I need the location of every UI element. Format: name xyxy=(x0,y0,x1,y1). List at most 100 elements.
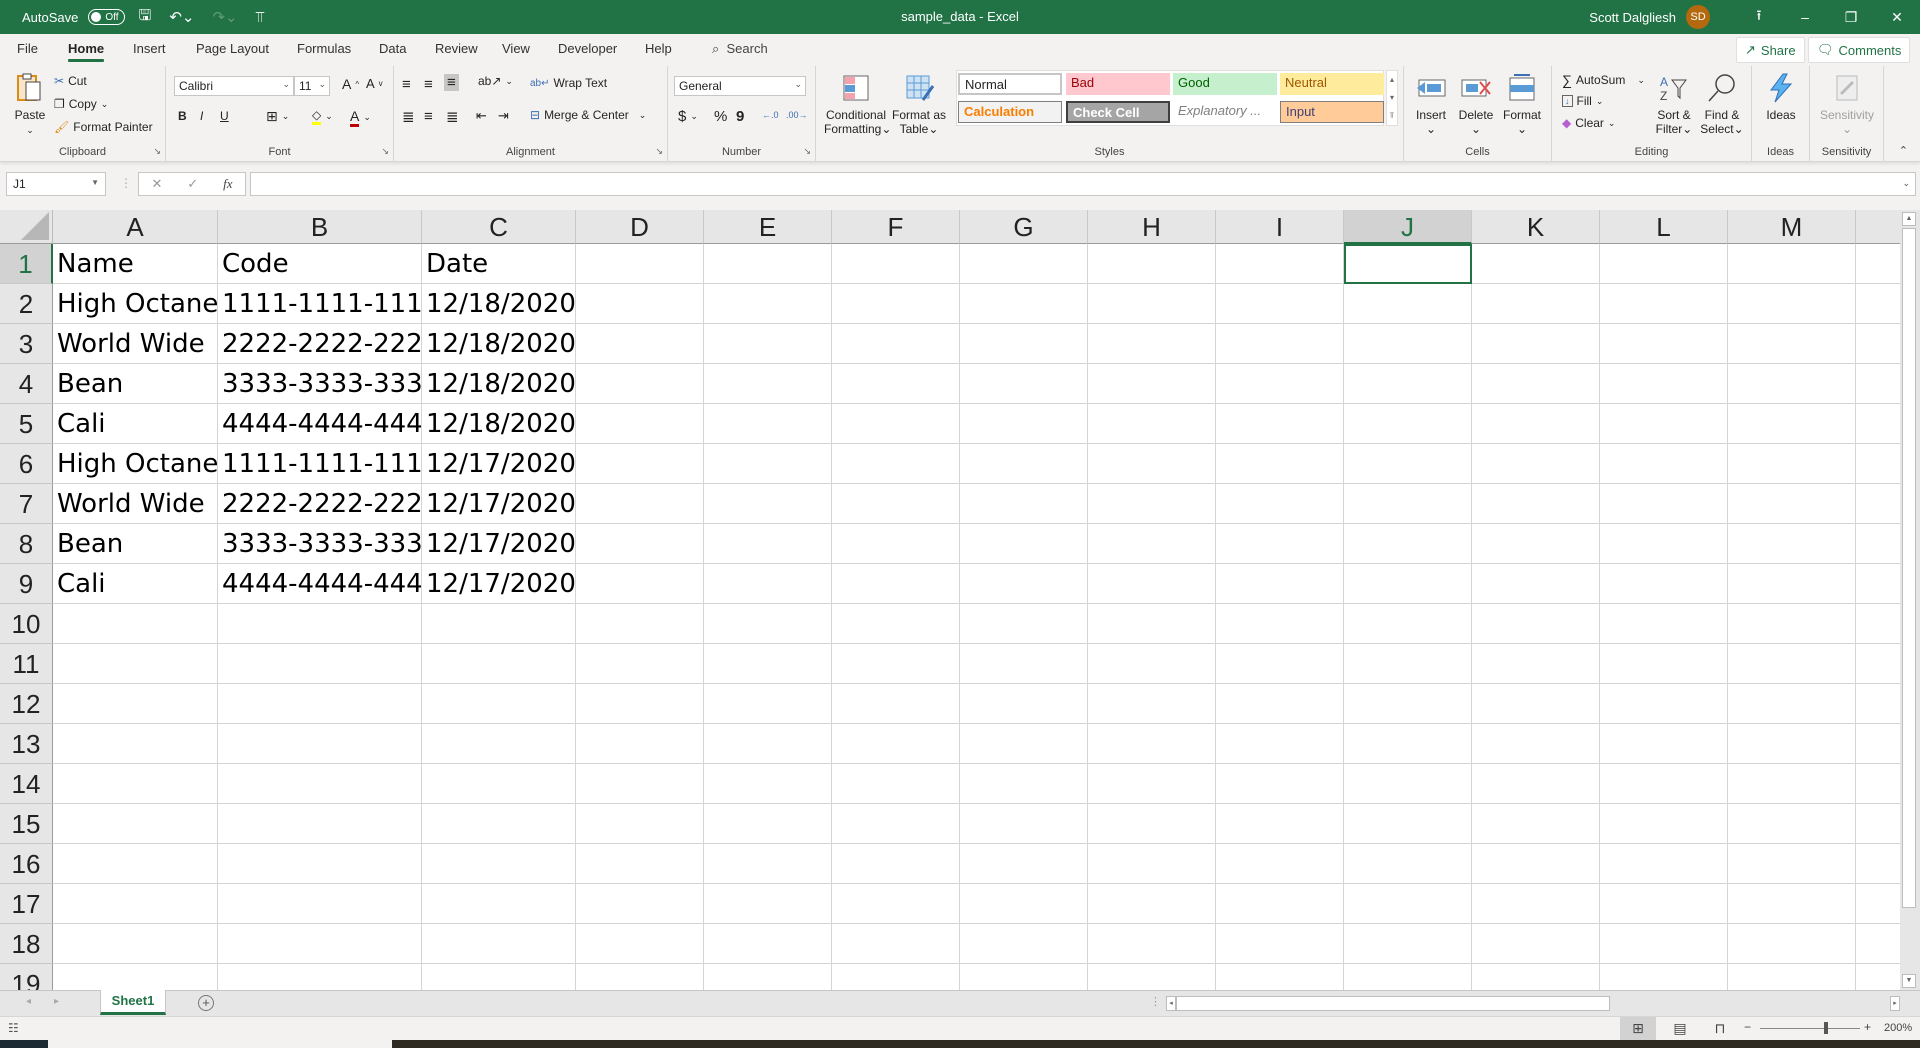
cell-f7[interactable] xyxy=(832,484,960,524)
avatar[interactable]: SD xyxy=(1686,5,1710,29)
cell-b10[interactable] xyxy=(218,604,422,644)
cell-e13[interactable] xyxy=(704,724,832,764)
cell-k2[interactable] xyxy=(1472,284,1600,324)
row-header-1[interactable]: 1 xyxy=(0,244,53,284)
cell-e15[interactable] xyxy=(704,804,832,844)
cell-b11[interactable] xyxy=(218,644,422,684)
bold-button[interactable]: B xyxy=(178,109,187,123)
expand-formula-icon[interactable]: ⌄ xyxy=(1902,178,1910,189)
zoom-slider-thumb[interactable] xyxy=(1824,1022,1828,1034)
cell-n1[interactable] xyxy=(1856,244,1900,284)
cell-d8[interactable] xyxy=(576,524,704,564)
cell-c15[interactable] xyxy=(422,804,576,844)
cell-f1[interactable] xyxy=(832,244,960,284)
cell-l1[interactable] xyxy=(1600,244,1728,284)
cell-a11[interactable] xyxy=(53,644,218,684)
row-header-7[interactable]: 7 xyxy=(0,484,53,524)
cell-g12[interactable] xyxy=(960,684,1088,724)
cell-f8[interactable] xyxy=(832,524,960,564)
percent-button[interactable]: % xyxy=(714,108,727,125)
cell-n9[interactable] xyxy=(1856,564,1900,604)
tab-developer[interactable]: Developer xyxy=(558,41,617,56)
cell-g6[interactable] xyxy=(960,444,1088,484)
cell-h4[interactable] xyxy=(1088,364,1216,404)
cell-f12[interactable] xyxy=(832,684,960,724)
cell-a17[interactable] xyxy=(53,884,218,924)
cell-n2[interactable] xyxy=(1856,284,1900,324)
cell-m3[interactable] xyxy=(1728,324,1856,364)
cell-n5[interactable] xyxy=(1856,404,1900,444)
cell-a13[interactable] xyxy=(53,724,218,764)
cell-e10[interactable] xyxy=(704,604,832,644)
cell-e11[interactable] xyxy=(704,644,832,684)
cell-b7[interactable]: 2222-2222-2222 xyxy=(218,484,422,524)
cell-e18[interactable] xyxy=(704,924,832,964)
cell-a18[interactable] xyxy=(53,924,218,964)
cell-d17[interactable] xyxy=(576,884,704,924)
cell-n12[interactable] xyxy=(1856,684,1900,724)
row-header-18[interactable]: 18 xyxy=(0,924,53,964)
formula-bar-splitter[interactable]: ⋮ xyxy=(120,176,132,190)
cell-j1[interactable] xyxy=(1344,244,1472,284)
clear-button[interactable]: ◆ Clear ⌄ xyxy=(1562,116,1615,130)
cell-n8[interactable] xyxy=(1856,524,1900,564)
cell-m2[interactable] xyxy=(1728,284,1856,324)
style-calculation[interactable]: Calculation xyxy=(958,101,1062,123)
cell-d4[interactable] xyxy=(576,364,704,404)
cell-g18[interactable] xyxy=(960,924,1088,964)
cell-k3[interactable] xyxy=(1472,324,1600,364)
cell-e2[interactable] xyxy=(704,284,832,324)
cell-m13[interactable] xyxy=(1728,724,1856,764)
cell-d1[interactable] xyxy=(576,244,704,284)
cell-j8[interactable] xyxy=(1344,524,1472,564)
cell-l19[interactable] xyxy=(1600,964,1728,990)
cell-i9[interactable] xyxy=(1216,564,1344,604)
style-check-cell[interactable]: Check Cell xyxy=(1066,101,1170,123)
column-header-h[interactable]: H xyxy=(1088,210,1216,244)
cell-n4[interactable] xyxy=(1856,364,1900,404)
cell-c5[interactable]: 12/18/2020 xyxy=(422,404,576,444)
cell-h12[interactable] xyxy=(1088,684,1216,724)
paste-button[interactable]: Paste ⌄ xyxy=(10,72,50,137)
format-painter-button[interactable]: 🖌 Format Painter xyxy=(54,120,153,134)
cell-m6[interactable] xyxy=(1728,444,1856,484)
cell-i6[interactable] xyxy=(1216,444,1344,484)
formula-input[interactable]: ⌄ xyxy=(250,172,1916,196)
cell-m18[interactable] xyxy=(1728,924,1856,964)
cell-l11[interactable] xyxy=(1600,644,1728,684)
cell-i10[interactable] xyxy=(1216,604,1344,644)
cell-h1[interactable] xyxy=(1088,244,1216,284)
cell-c18[interactable] xyxy=(422,924,576,964)
cell-g17[interactable] xyxy=(960,884,1088,924)
cell-h8[interactable] xyxy=(1088,524,1216,564)
increase-indent-button[interactable]: ⇥ xyxy=(498,108,509,124)
cell-c7[interactable]: 12/17/2020 xyxy=(422,484,576,524)
cell-f17[interactable] xyxy=(832,884,960,924)
cell-a19[interactable] xyxy=(53,964,218,990)
cell-e9[interactable] xyxy=(704,564,832,604)
search-box[interactable]: ⌕ Search xyxy=(712,41,768,57)
row-header-4[interactable]: 4 xyxy=(0,364,53,404)
cell-k13[interactable] xyxy=(1472,724,1600,764)
row-header-13[interactable]: 13 xyxy=(0,724,53,764)
zoom-level[interactable]: 200% xyxy=(1884,1022,1912,1034)
row-header-3[interactable]: 3 xyxy=(0,324,53,364)
cell-f3[interactable] xyxy=(832,324,960,364)
row-header-6[interactable]: 6 xyxy=(0,444,53,484)
underline-button[interactable]: U xyxy=(220,109,229,123)
cell-f5[interactable] xyxy=(832,404,960,444)
add-sheet-icon[interactable]: + xyxy=(198,995,214,1011)
cell-a16[interactable] xyxy=(53,844,218,884)
increase-decimal-button[interactable]: ←.0 xyxy=(762,110,779,120)
share-button[interactable]: ↗ Share xyxy=(1736,37,1805,63)
cell-g14[interactable] xyxy=(960,764,1088,804)
cell-a8[interactable]: Bean xyxy=(53,524,218,564)
cell-a12[interactable] xyxy=(53,684,218,724)
cell-i4[interactable] xyxy=(1216,364,1344,404)
cell-h19[interactable] xyxy=(1088,964,1216,990)
cell-i16[interactable] xyxy=(1216,844,1344,884)
row-header-11[interactable]: 11 xyxy=(0,644,53,684)
cell-c9[interactable]: 12/17/2020 xyxy=(422,564,576,604)
middle-align-button[interactable]: ≡ xyxy=(424,76,433,93)
cell-h9[interactable] xyxy=(1088,564,1216,604)
